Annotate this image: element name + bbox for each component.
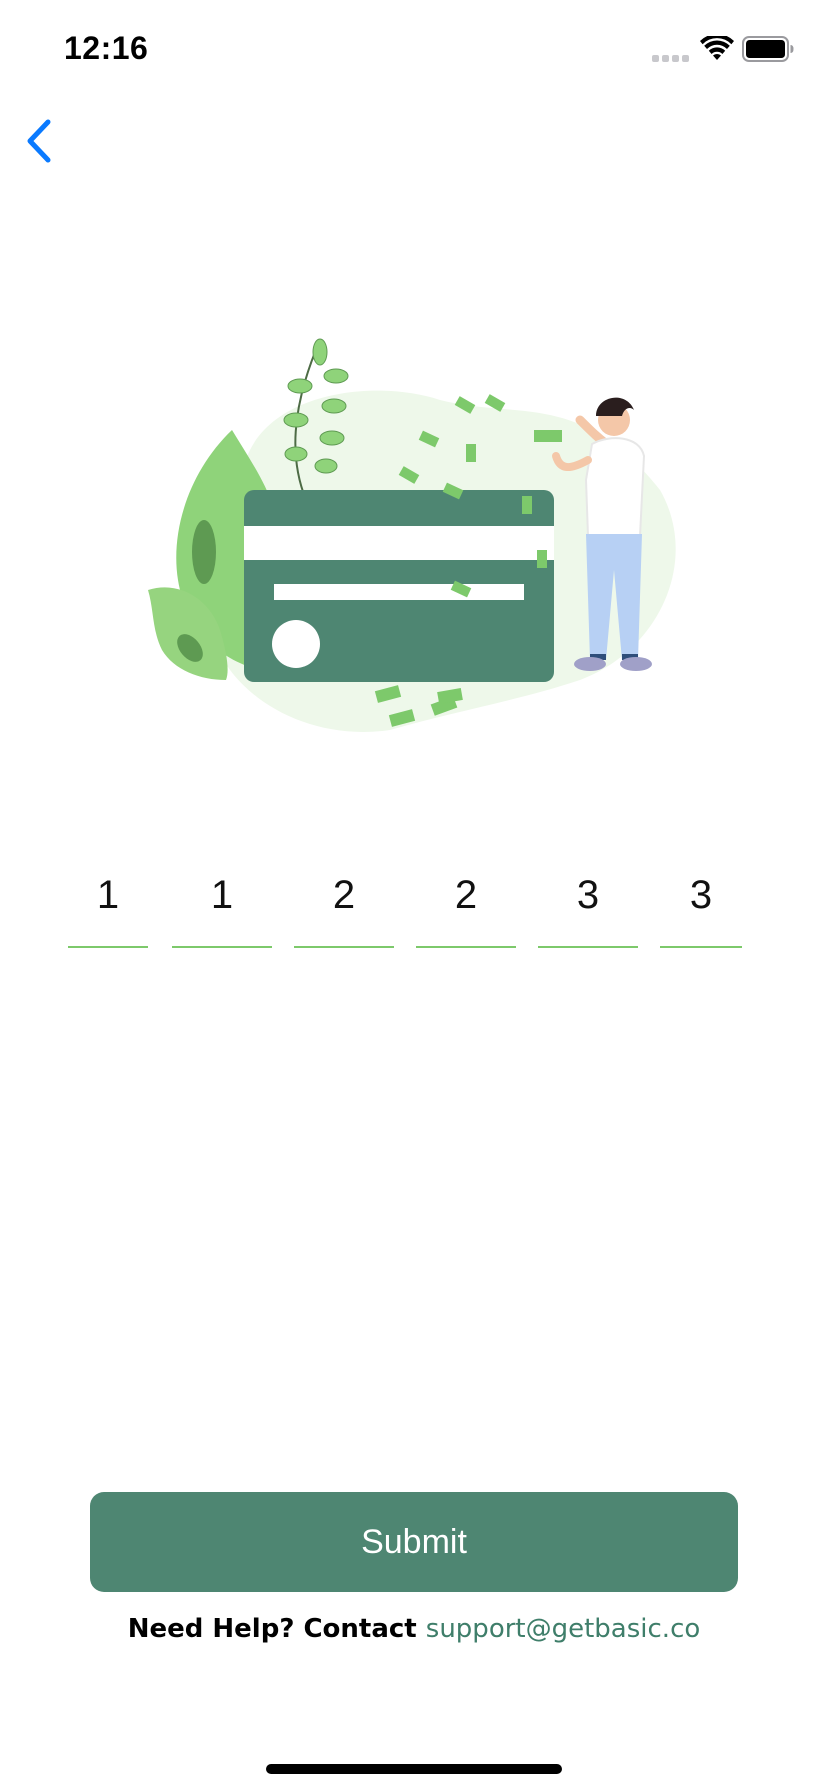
battery-icon xyxy=(742,36,794,62)
otp-digit-1[interactable]: 1 xyxy=(68,860,148,948)
wifi-icon xyxy=(700,36,734,60)
credit-card-illustration xyxy=(148,338,676,732)
submit-button[interactable]: Submit xyxy=(90,1492,738,1592)
support-email-link[interactable]: support@getbasic.co xyxy=(426,1614,701,1644)
status-time: 12:16 xyxy=(64,30,149,66)
credit-card xyxy=(244,490,554,682)
otp-digit-6[interactable]: 3 xyxy=(660,860,742,948)
otp-digit-5[interactable]: 3 xyxy=(538,860,638,948)
signal-icon xyxy=(652,55,689,62)
otp-digit-4[interactable]: 2 xyxy=(416,860,516,948)
help-text: Need Help? Contact support@getbasic.co xyxy=(0,1614,828,1644)
help-prefix: Need Help? Contact xyxy=(127,1614,426,1644)
leaf-spot xyxy=(192,520,216,584)
back-button[interactable] xyxy=(20,116,60,166)
home-indicator[interactable] xyxy=(266,1764,562,1774)
otp-digit-3[interactable]: 2 xyxy=(294,860,394,948)
chevron-left-icon xyxy=(27,119,51,163)
otp-input-row: 1 1 2 2 3 3 xyxy=(0,860,828,950)
otp-digit-2[interactable]: 1 xyxy=(172,860,272,948)
